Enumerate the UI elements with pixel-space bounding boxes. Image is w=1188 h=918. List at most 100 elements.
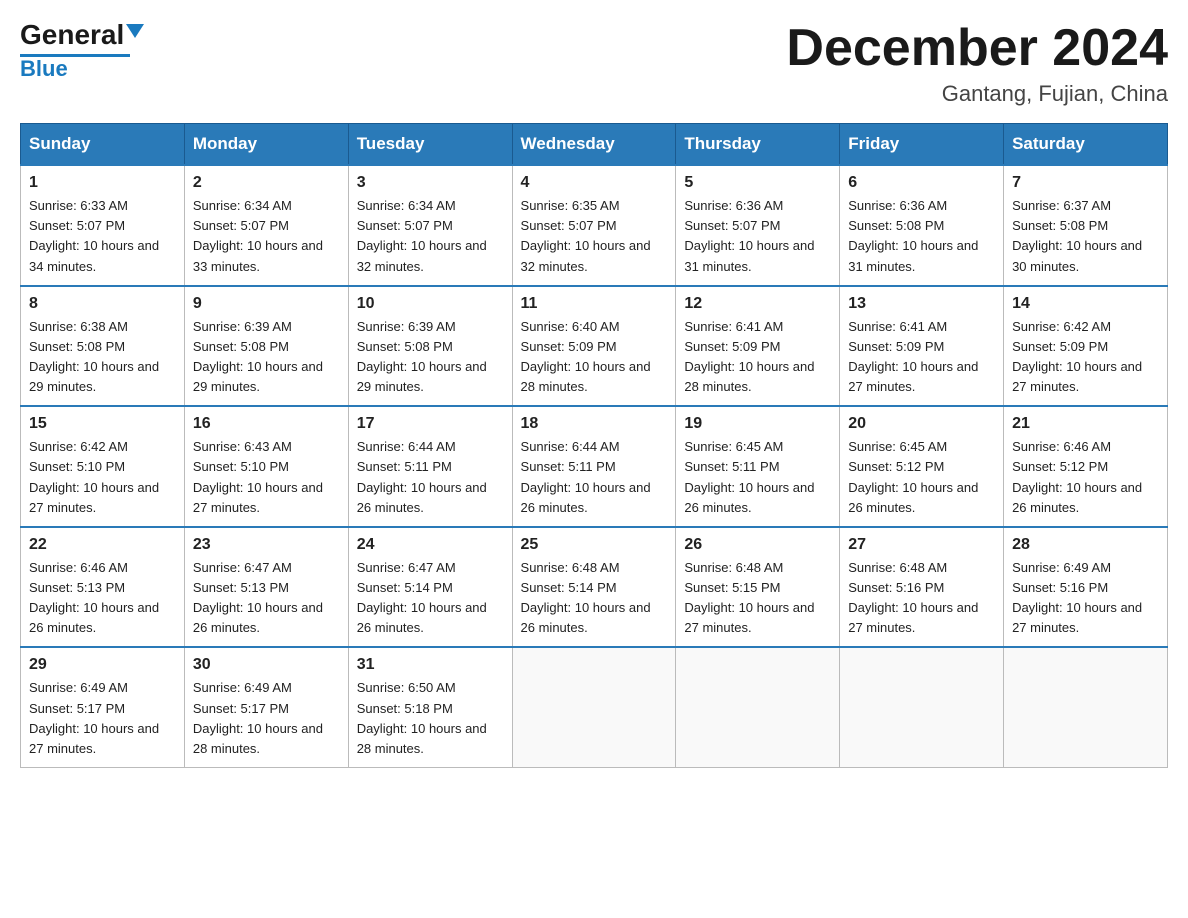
calendar-day: 24 Sunrise: 6:47 AM Sunset: 5:14 PM Dayl… — [348, 527, 512, 648]
day-info: Sunrise: 6:44 AM Sunset: 5:11 PM Dayligh… — [357, 437, 504, 518]
calendar-day: 13 Sunrise: 6:41 AM Sunset: 5:09 PM Dayl… — [840, 286, 1004, 407]
daylight-label: Daylight: 10 hours and 31 minutes. — [684, 238, 814, 273]
header-saturday: Saturday — [1004, 124, 1168, 166]
day-info: Sunrise: 6:44 AM Sunset: 5:11 PM Dayligh… — [521, 437, 668, 518]
day-info: Sunrise: 6:49 AM Sunset: 5:17 PM Dayligh… — [29, 678, 176, 759]
daylight-label: Daylight: 10 hours and 27 minutes. — [684, 600, 814, 635]
day-info: Sunrise: 6:40 AM Sunset: 5:09 PM Dayligh… — [521, 317, 668, 398]
day-number: 24 — [357, 536, 504, 554]
day-number: 6 — [848, 174, 995, 192]
day-number: 5 — [684, 174, 831, 192]
sunrise-label: Sunrise: 6:47 AM — [357, 560, 456, 575]
day-number: 22 — [29, 536, 176, 554]
sunset-label: Sunset: 5:09 PM — [684, 339, 780, 354]
sunset-label: Sunset: 5:08 PM — [848, 218, 944, 233]
calendar-day: 1 Sunrise: 6:33 AM Sunset: 5:07 PM Dayli… — [21, 165, 185, 286]
calendar-day: 6 Sunrise: 6:36 AM Sunset: 5:08 PM Dayli… — [840, 165, 1004, 286]
day-number: 17 — [357, 415, 504, 433]
sunset-label: Sunset: 5:09 PM — [848, 339, 944, 354]
day-info: Sunrise: 6:37 AM Sunset: 5:08 PM Dayligh… — [1012, 196, 1159, 277]
calendar-day: 23 Sunrise: 6:47 AM Sunset: 5:13 PM Dayl… — [184, 527, 348, 648]
sunrise-label: Sunrise: 6:45 AM — [848, 439, 947, 454]
day-info: Sunrise: 6:45 AM Sunset: 5:11 PM Dayligh… — [684, 437, 831, 518]
sunrise-label: Sunrise: 6:49 AM — [1012, 560, 1111, 575]
sunset-label: Sunset: 5:07 PM — [193, 218, 289, 233]
day-info: Sunrise: 6:42 AM Sunset: 5:09 PM Dayligh… — [1012, 317, 1159, 398]
sunset-label: Sunset: 5:07 PM — [357, 218, 453, 233]
daylight-label: Daylight: 10 hours and 32 minutes. — [521, 238, 651, 273]
day-number: 9 — [193, 295, 340, 313]
sunset-label: Sunset: 5:10 PM — [193, 459, 289, 474]
daylight-label: Daylight: 10 hours and 27 minutes. — [29, 480, 159, 515]
day-number: 3 — [357, 174, 504, 192]
page-header: General Blue December 2024 Gantang, Fuji… — [20, 20, 1168, 107]
daylight-label: Daylight: 10 hours and 27 minutes. — [29, 721, 159, 756]
sunrise-label: Sunrise: 6:37 AM — [1012, 198, 1111, 213]
logo-blue: Blue — [20, 57, 68, 81]
sunset-label: Sunset: 5:09 PM — [1012, 339, 1108, 354]
sunrise-label: Sunrise: 6:43 AM — [193, 439, 292, 454]
daylight-label: Daylight: 10 hours and 32 minutes. — [357, 238, 487, 273]
sunrise-label: Sunrise: 6:45 AM — [684, 439, 783, 454]
sunrise-label: Sunrise: 6:42 AM — [1012, 319, 1111, 334]
calendar-day — [676, 647, 840, 767]
weekday-header-row: Sunday Monday Tuesday Wednesday Thursday… — [21, 124, 1168, 166]
sunset-label: Sunset: 5:07 PM — [29, 218, 125, 233]
calendar-day: 21 Sunrise: 6:46 AM Sunset: 5:12 PM Dayl… — [1004, 406, 1168, 527]
sunrise-label: Sunrise: 6:50 AM — [357, 680, 456, 695]
calendar-table: Sunday Monday Tuesday Wednesday Thursday… — [20, 123, 1168, 768]
sunrise-label: Sunrise: 6:44 AM — [357, 439, 456, 454]
sunset-label: Sunset: 5:17 PM — [29, 701, 125, 716]
sunset-label: Sunset: 5:07 PM — [684, 218, 780, 233]
day-number: 29 — [29, 656, 176, 674]
header-sunday: Sunday — [21, 124, 185, 166]
day-info: Sunrise: 6:41 AM Sunset: 5:09 PM Dayligh… — [684, 317, 831, 398]
daylight-label: Daylight: 10 hours and 30 minutes. — [1012, 238, 1142, 273]
day-info: Sunrise: 6:48 AM Sunset: 5:15 PM Dayligh… — [684, 558, 831, 639]
week-row-4: 22 Sunrise: 6:46 AM Sunset: 5:13 PM Dayl… — [21, 527, 1168, 648]
week-row-5: 29 Sunrise: 6:49 AM Sunset: 5:17 PM Dayl… — [21, 647, 1168, 767]
sunrise-label: Sunrise: 6:42 AM — [29, 439, 128, 454]
calendar-day: 10 Sunrise: 6:39 AM Sunset: 5:08 PM Dayl… — [348, 286, 512, 407]
day-info: Sunrise: 6:43 AM Sunset: 5:10 PM Dayligh… — [193, 437, 340, 518]
daylight-label: Daylight: 10 hours and 29 minutes. — [29, 359, 159, 394]
day-number: 12 — [684, 295, 831, 313]
day-info: Sunrise: 6:38 AM Sunset: 5:08 PM Dayligh… — [29, 317, 176, 398]
header-friday: Friday — [840, 124, 1004, 166]
day-info: Sunrise: 6:49 AM Sunset: 5:17 PM Dayligh… — [193, 678, 340, 759]
calendar-day — [512, 647, 676, 767]
sunset-label: Sunset: 5:08 PM — [357, 339, 453, 354]
sunrise-label: Sunrise: 6:46 AM — [1012, 439, 1111, 454]
day-number: 28 — [1012, 536, 1159, 554]
calendar-day: 5 Sunrise: 6:36 AM Sunset: 5:07 PM Dayli… — [676, 165, 840, 286]
day-number: 14 — [1012, 295, 1159, 313]
day-number: 1 — [29, 174, 176, 192]
calendar-day: 19 Sunrise: 6:45 AM Sunset: 5:11 PM Dayl… — [676, 406, 840, 527]
daylight-label: Daylight: 10 hours and 28 minutes. — [193, 721, 323, 756]
day-info: Sunrise: 6:42 AM Sunset: 5:10 PM Dayligh… — [29, 437, 176, 518]
header-thursday: Thursday — [676, 124, 840, 166]
week-row-3: 15 Sunrise: 6:42 AM Sunset: 5:10 PM Dayl… — [21, 406, 1168, 527]
daylight-label: Daylight: 10 hours and 29 minutes. — [357, 359, 487, 394]
sunset-label: Sunset: 5:12 PM — [1012, 459, 1108, 474]
sunrise-label: Sunrise: 6:35 AM — [521, 198, 620, 213]
calendar-day: 9 Sunrise: 6:39 AM Sunset: 5:08 PM Dayli… — [184, 286, 348, 407]
day-number: 21 — [1012, 415, 1159, 433]
header-tuesday: Tuesday — [348, 124, 512, 166]
logo-general: General — [20, 20, 124, 51]
week-row-1: 1 Sunrise: 6:33 AM Sunset: 5:07 PM Dayli… — [21, 165, 1168, 286]
day-info: Sunrise: 6:36 AM Sunset: 5:07 PM Dayligh… — [684, 196, 831, 277]
daylight-label: Daylight: 10 hours and 27 minutes. — [1012, 600, 1142, 635]
sunset-label: Sunset: 5:18 PM — [357, 701, 453, 716]
day-number: 26 — [684, 536, 831, 554]
day-info: Sunrise: 6:48 AM Sunset: 5:16 PM Dayligh… — [848, 558, 995, 639]
day-number: 13 — [848, 295, 995, 313]
daylight-label: Daylight: 10 hours and 27 minutes. — [193, 480, 323, 515]
sunrise-label: Sunrise: 6:38 AM — [29, 319, 128, 334]
day-number: 4 — [521, 174, 668, 192]
calendar-day: 26 Sunrise: 6:48 AM Sunset: 5:15 PM Dayl… — [676, 527, 840, 648]
sunrise-label: Sunrise: 6:41 AM — [848, 319, 947, 334]
logo: General Blue — [20, 20, 144, 81]
sunrise-label: Sunrise: 6:44 AM — [521, 439, 620, 454]
daylight-label: Daylight: 10 hours and 28 minutes. — [684, 359, 814, 394]
